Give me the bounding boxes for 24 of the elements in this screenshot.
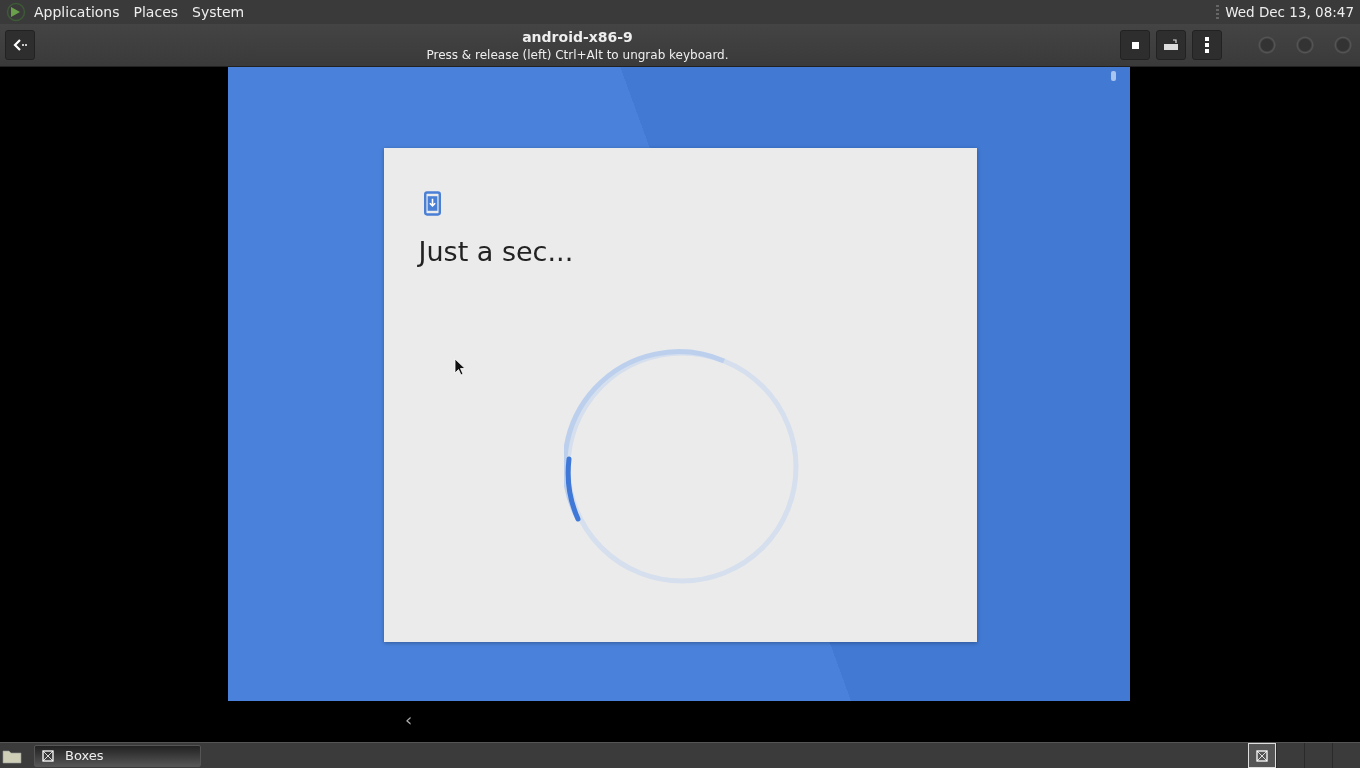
boxes-app-icon bbox=[41, 748, 55, 763]
window-title: android-x86-9 bbox=[522, 28, 633, 45]
stop-button[interactable] bbox=[1120, 30, 1150, 60]
grip-icon bbox=[1216, 5, 1220, 19]
distro-logo-icon[interactable] bbox=[6, 2, 26, 22]
back-arrow-icon bbox=[12, 37, 28, 53]
folder-icon[interactable] bbox=[2, 747, 22, 764]
back-button[interactable] bbox=[5, 30, 35, 60]
panel-menu[interactable]: Places bbox=[133, 4, 179, 20]
keyboard-icon bbox=[1163, 39, 1179, 51]
menu-icon bbox=[1205, 37, 1209, 53]
taskbar-window-button[interactable]: Boxes bbox=[34, 744, 201, 767]
window-subtitle: Press & release (left) Ctrl+Alt to ungrab keyboard. bbox=[426, 47, 729, 62]
dialog-title: Just a sec... bbox=[418, 236, 574, 267]
panel-menu[interactable]: Applications bbox=[34, 4, 120, 20]
panel-menu[interactable]: System bbox=[192, 4, 245, 20]
menu-button[interactable] bbox=[1192, 30, 1222, 60]
mouse-pointer-icon bbox=[453, 358, 466, 376]
phone-download-icon bbox=[423, 191, 441, 216]
window-thumbnail-icon bbox=[1255, 748, 1269, 763]
nav-back-button[interactable]: ‹ bbox=[405, 709, 413, 730]
clock[interactable]: Wed Dec 13, 08:47 bbox=[1225, 4, 1354, 20]
scroll-indicator bbox=[1111, 71, 1116, 81]
keyboard-button[interactable] bbox=[1156, 30, 1186, 60]
